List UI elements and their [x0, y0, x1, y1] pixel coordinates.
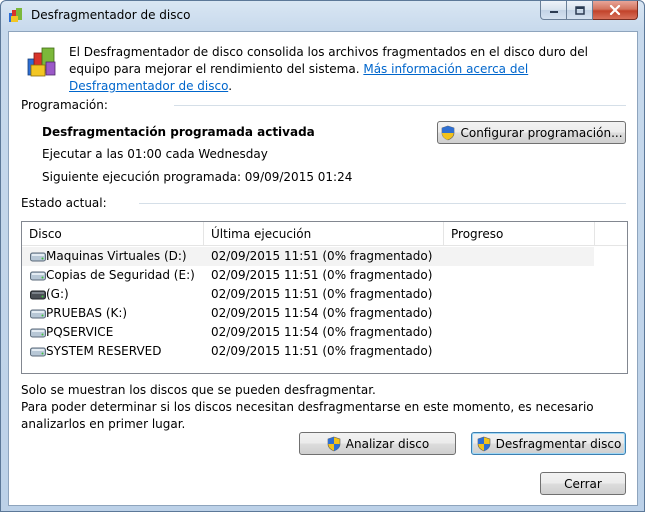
disk-row[interactable]: PRUEBAS (K:) 02/09/2015 11:54 (0% fragme… — [22, 304, 594, 323]
configure-schedule-button[interactable]: Configurar programación... — [437, 121, 626, 144]
close-window-button[interactable] — [593, 1, 638, 20]
disk-last-run: 02/09/2015 11:51 (0% fragmentado) — [211, 287, 433, 301]
disk-last-run: 02/09/2015 11:51 (0% fragmentado) — [211, 249, 433, 263]
schedule-run-at: Ejecutar a las 01:00 cada Wednesday — [42, 147, 268, 161]
close-label: Cerrar — [564, 476, 602, 491]
maximize-button[interactable] — [567, 1, 593, 20]
analyze-disk-button[interactable]: Analizar disco — [299, 432, 456, 455]
current-status-section-label: Estado actual: — [21, 196, 107, 210]
window-title: Desfragmentador de disco — [31, 8, 191, 22]
disk-name: Maquinas Virtuales (D:) — [46, 249, 187, 263]
disk-name: (G:) — [46, 287, 69, 301]
note-defragmentable-only: Solo se muestran los discos que se puede… — [21, 383, 376, 397]
column-header-progress[interactable]: Progreso — [444, 222, 595, 246]
disk-name: Copias de Seguridad (E:) — [46, 268, 195, 282]
disk-last-run: 02/09/2015 11:51 (0% fragmentado) — [211, 344, 433, 358]
hard-drive-icon — [30, 328, 46, 338]
disk-row[interactable]: Copias de Seguridad (E:) 02/09/2015 11:5… — [22, 266, 594, 285]
hard-drive-icon — [30, 309, 46, 319]
title-bar[interactable]: Desfragmentador de disco — [1, 1, 644, 31]
disk-row[interactable]: Maquinas Virtuales (D:) 02/09/2015 11:51… — [22, 247, 594, 266]
analyze-disk-label: Analizar disco — [345, 436, 430, 451]
disk-name: PRUEBAS (K:) — [46, 306, 128, 320]
hard-drive-icon — [30, 271, 46, 281]
defragmenter-app-icon — [9, 8, 22, 22]
minimize-icon — [549, 11, 558, 13]
hard-drive-icon — [30, 347, 46, 357]
column-header-disk[interactable]: Disco — [22, 222, 204, 246]
dialog-content: El Desfragmentador de disco consolida lo… — [8, 31, 638, 506]
defragment-disk-button[interactable]: Desfragmentar disco — [471, 432, 626, 455]
disk-name: SYSTEM RESERVED — [46, 344, 162, 358]
uac-shield-icon — [477, 436, 490, 451]
defragment-disk-label: Desfragmentar disco — [495, 436, 622, 451]
close-button[interactable]: Cerrar — [540, 472, 626, 495]
removable-drive-icon — [30, 290, 46, 300]
defragmenter-header-icon — [27, 47, 56, 77]
hard-drive-icon — [30, 252, 46, 262]
disk-name: PQSERVICE — [46, 325, 114, 339]
disk-row[interactable]: (G:) 02/09/2015 11:51 (0% fragmentado) — [22, 285, 594, 304]
note-analyze-first: Para poder determinar si los discos nece… — [21, 400, 594, 431]
schedule-next-run: Siguiente ejecución programada: 09/09/20… — [42, 170, 353, 184]
caption-buttons — [540, 1, 638, 20]
current-status-divider — [139, 203, 626, 204]
minimize-button[interactable] — [540, 1, 567, 20]
intro-description: El Desfragmentador de disco consolida lo… — [69, 44, 589, 95]
disk-list[interactable]: Disco Última ejecución Progreso Maquinas… — [21, 221, 628, 374]
uac-shield-icon — [327, 436, 341, 451]
disk-list-header: Disco Última ejecución Progreso — [22, 222, 627, 246]
intro-period: . — [228, 79, 233, 93]
column-header-last-run[interactable]: Última ejecución — [204, 222, 444, 246]
disk-last-run: 02/09/2015 11:51 (0% fragmentado) — [211, 268, 433, 282]
disk-row[interactable]: SYSTEM RESERVED 02/09/2015 11:51 (0% fra… — [22, 342, 594, 361]
schedule-status: Desfragmentación programada activada — [42, 125, 315, 139]
disk-last-run: 02/09/2015 11:54 (0% fragmentado) — [211, 325, 433, 339]
disk-last-run: 02/09/2015 11:54 (0% fragmentado) — [211, 306, 433, 320]
uac-shield-icon — [442, 125, 455, 140]
schedule-divider — [174, 105, 626, 106]
maximize-icon — [574, 5, 585, 15]
disk-row[interactable]: PQSERVICE 02/09/2015 11:54 (0% fragmenta… — [22, 323, 594, 342]
schedule-section-label: Programación: — [21, 98, 108, 112]
close-icon — [609, 5, 621, 15]
info-notes: Solo se muestran los discos que se puede… — [21, 382, 631, 433]
defragmenter-window: Desfragmentador de disco El Desfragmenta… — [0, 0, 645, 512]
configure-schedule-label: Configurar programación... — [460, 125, 623, 140]
